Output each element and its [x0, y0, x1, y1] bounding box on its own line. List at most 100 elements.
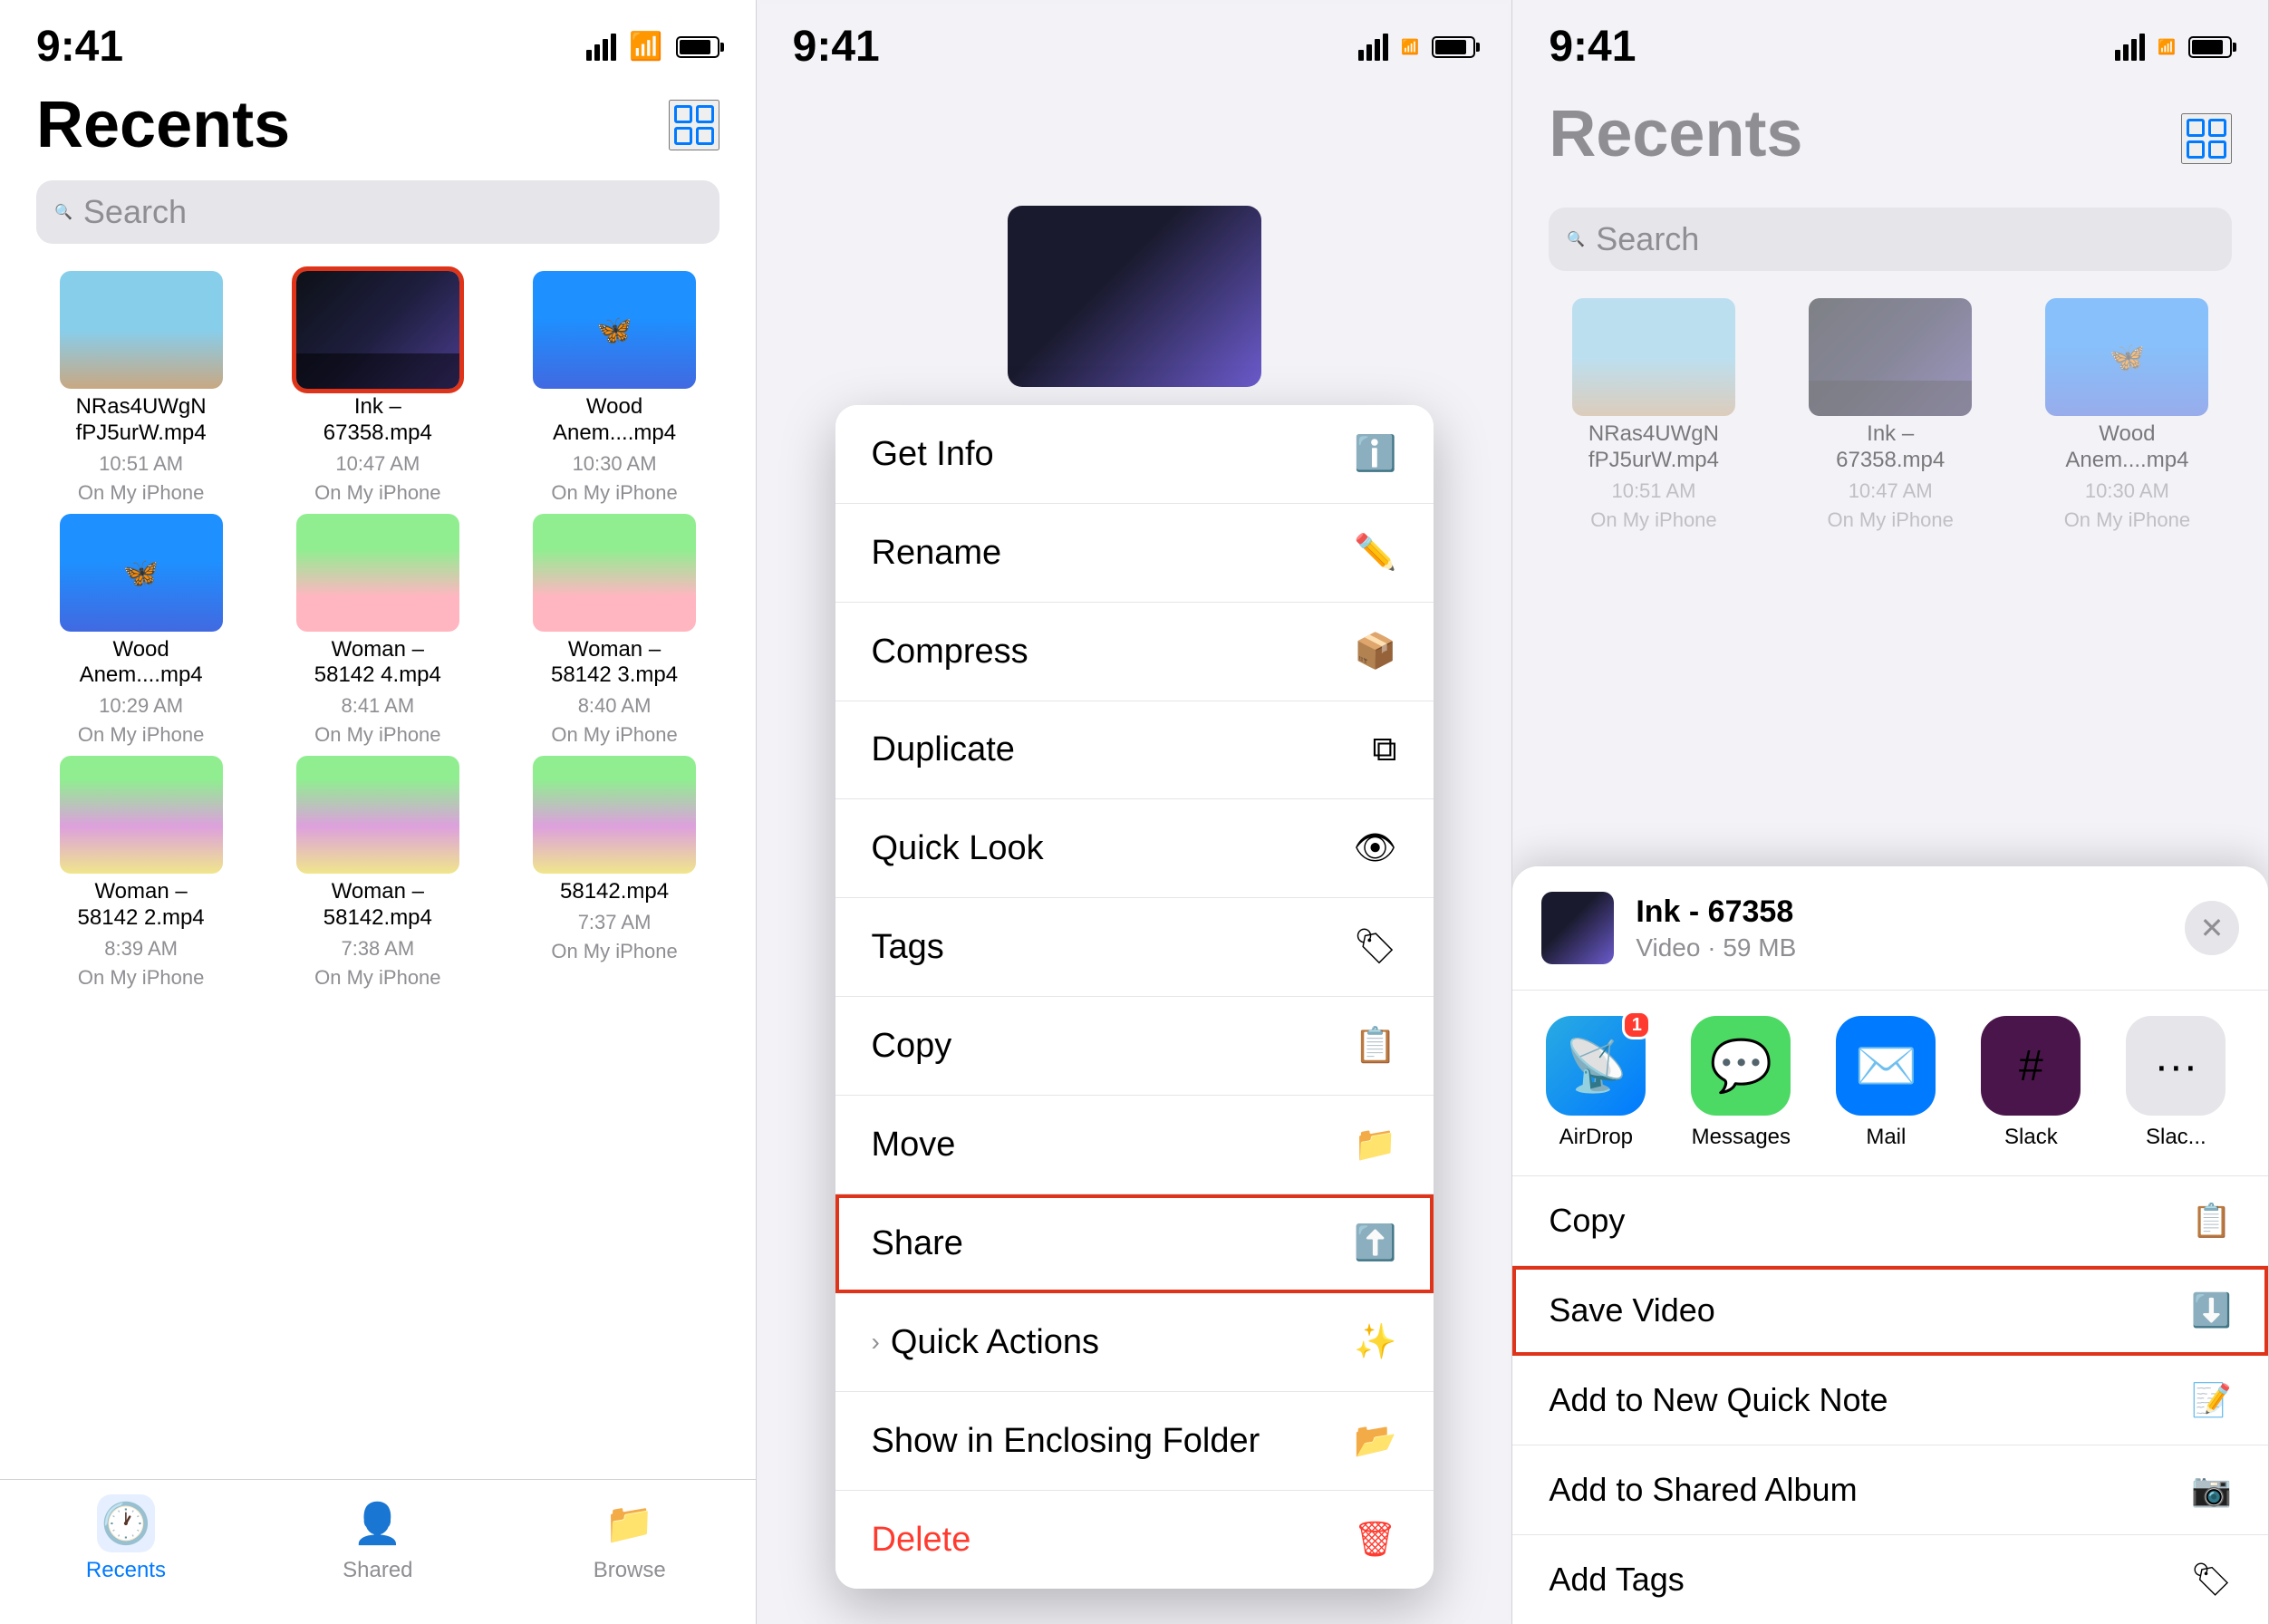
panel3-file-item-2: 🦋 WoodAnem....mp4 10:30 AM On My iPhone [2013, 298, 2241, 532]
share-action-shared-album-label: Add to Shared Album [1549, 1471, 1857, 1509]
panel3-file-thumb-1 [1809, 298, 1972, 416]
tab-browse-label: Browse [594, 1558, 666, 1583]
share-app-airdrop[interactable]: 📡 1 AirDrop [1541, 1016, 1650, 1150]
share-sheet: Ink - 67358 Video · 59 MB ✕ 📡 1 AirDrop … [1512, 866, 2268, 1624]
share-action-copy-label: Copy [1549, 1202, 1625, 1240]
file-location-3: On My iPhone [78, 723, 204, 747]
file-thumb-0 [60, 271, 223, 389]
recents-icon: 🕐 [101, 1500, 151, 1547]
file-location-8: On My iPhone [551, 940, 677, 963]
airdrop-label: AirDrop [1559, 1125, 1633, 1150]
file-item-5[interactable]: Woman –58142 3.mp4 8:40 AM On My iPhone [500, 514, 728, 748]
file-location-2: On My iPhone [551, 481, 677, 505]
file-item-8[interactable]: 58142.mp4 7:37 AM On My iPhone [500, 756, 728, 990]
panel3-file-location-0: On My iPhone [1590, 508, 1716, 532]
share-action-save-video-label: Save Video [1549, 1291, 1714, 1329]
share-app-messages[interactable]: 💬 Messages [1686, 1016, 1795, 1150]
menu-label-delete: Delete [872, 1521, 971, 1560]
grid-icon-3 [2187, 119, 2226, 159]
tab-browse[interactable]: 📁 Browse [504, 1494, 756, 1583]
status-time-2: 9:41 [793, 22, 880, 72]
file-time-5: 8:40 AM [578, 694, 652, 718]
battery-icon-3 [2188, 36, 2232, 58]
panel3-file-name-2: WoodAnem....mp4 [2065, 421, 2188, 474]
share-action-save-video[interactable]: Save Video ⬇️ [1512, 1266, 2268, 1356]
status-icons-2: 📶 [1358, 34, 1475, 61]
menu-item-move[interactable]: Move 📁 [835, 1096, 1434, 1194]
search-bar-1[interactable]: 🔍 Search [36, 180, 719, 244]
file-item-1[interactable]: Ink –67358.mp4 10:47 AM On My iPhone [264, 271, 491, 505]
grid-icon-1 [674, 105, 714, 145]
menu-item-quick-look[interactable]: Quick Look 👁 [835, 799, 1434, 898]
file-time-1: 10:47 AM [335, 452, 420, 476]
menu-label-duplicate: Duplicate [872, 730, 1015, 769]
menu-item-delete[interactable]: Delete 🗑 [835, 1491, 1434, 1589]
file-item-0[interactable]: NRas4UWgNfPJ5urW.mp4 10:51 AM On My iPho… [27, 271, 255, 505]
share-sheet-close-button[interactable]: ✕ [2185, 901, 2239, 955]
share-action-quick-note[interactable]: Add to New Quick Note 📝 [1512, 1356, 2268, 1445]
grid-view-button-1[interactable] [669, 100, 719, 150]
menu-item-copy[interactable]: Copy 📋 [835, 997, 1434, 1096]
file-item-2[interactable]: 🦋 WoodAnem....mp4 10:30 AM On My iPhone [500, 271, 728, 505]
airdrop-badge: 1 [1622, 1010, 1651, 1039]
file-time-4: 8:41 AM [341, 694, 414, 718]
signal-icon-3 [2115, 34, 2145, 61]
menu-label-rename: Rename [872, 534, 1002, 573]
panel3-file-item-1: Ink –67358.mp4 10:47 AM On My iPhone [1777, 298, 2004, 532]
tab-bar-1: 🕐 Recents 👤 Shared 📁 Browse [0, 1479, 756, 1624]
file-name-8: 58142.mp4 [560, 879, 669, 905]
tab-shared[interactable]: 👤 Shared [252, 1494, 504, 1583]
search-placeholder-3: Search [1596, 220, 1699, 258]
menu-item-share[interactable]: Share ⬆️ [835, 1194, 1434, 1293]
share-action-quick-note-label: Add to New Quick Note [1549, 1381, 1888, 1419]
menu-item-compress[interactable]: Compress 📦 [835, 603, 1434, 701]
status-bar-2: 9:41 📶 [757, 0, 1512, 79]
quick-actions-row: › Quick Actions [872, 1323, 1100, 1362]
panel3-file-time-1: 10:47 AM [1849, 479, 1933, 503]
file-thumb-3: 🦋 [60, 514, 223, 632]
file-name-3: WoodAnem....mp4 [80, 637, 203, 690]
file-item-6[interactable]: Woman –58142 2.mp4 8:39 AM On My iPhone [27, 756, 255, 990]
file-name-5: Woman –58142 3.mp4 [551, 637, 678, 690]
panel3-file-location-1: On My iPhone [1827, 508, 1953, 532]
menu-item-tags[interactable]: Tags 🏷 [835, 898, 1434, 997]
shared-icon: 👤 [352, 1500, 402, 1547]
tags-action-icon: 🏷 [2190, 1561, 2232, 1599]
file-item-3[interactable]: 🦋 WoodAnem....mp4 10:29 AM On My iPhone [27, 514, 255, 748]
menu-item-quick-actions[interactable]: › Quick Actions ✨ [835, 1293, 1434, 1392]
file-thumb-1 [296, 271, 459, 389]
share-app-mail[interactable]: ✉️ Mail [1831, 1016, 1940, 1150]
save-video-action-icon: ⬇️ [2191, 1291, 2232, 1329]
share-action-list: Copy 📋 Save Video ⬇️ Add to New Quick No… [1512, 1176, 2268, 1624]
shared-album-action-icon: 📷 [2191, 1471, 2232, 1509]
share-app-slack[interactable]: # Slack [1976, 1016, 2085, 1150]
menu-icon-delete: 🗑 [1353, 1520, 1396, 1560]
file-name-7: Woman –58142.mp4 [323, 879, 432, 932]
share-action-shared-album[interactable]: Add to Shared Album 📷 [1512, 1445, 2268, 1535]
signal-icon-1 [586, 34, 616, 61]
menu-item-rename[interactable]: Rename ✏️ [835, 504, 1434, 603]
grid-view-button-3[interactable] [2181, 113, 2232, 164]
file-item-7[interactable]: Woman –58142.mp4 7:38 AM On My iPhone [264, 756, 491, 990]
file-location-7: On My iPhone [314, 966, 440, 990]
menu-icon-move: 📁 [1354, 1125, 1396, 1165]
file-time-2: 10:30 AM [573, 452, 657, 476]
search-bar-3[interactable]: 🔍 Search [1549, 208, 2232, 271]
menu-item-show-enclosing[interactable]: Show in Enclosing Folder 📂 [835, 1392, 1434, 1491]
tab-recents-label: Recents [86, 1558, 166, 1583]
tab-recents[interactable]: 🕐 Recents [0, 1494, 252, 1583]
panel3-file-item-0: NRas4UWgNfPJ5urW.mp4 10:51 AM On My iPho… [1540, 298, 1767, 532]
status-bar-1: 9:41 📶 [0, 0, 756, 79]
search-placeholder-1: Search [83, 193, 187, 231]
file-item-4[interactable]: Woman –58142 4.mp4 8:41 AM On My iPhone [264, 514, 491, 748]
share-app-more[interactable]: ··· Slac... [2121, 1016, 2230, 1150]
menu-label-share: Share [872, 1224, 963, 1263]
panel3-file-time-0: 10:51 AM [1611, 479, 1695, 503]
menu-item-duplicate[interactable]: Duplicate ⧉ [835, 701, 1434, 799]
share-action-copy[interactable]: Copy 📋 [1512, 1176, 2268, 1266]
menu-item-get-info[interactable]: Get Info ℹ️ [835, 405, 1434, 504]
file-thumb-7 [296, 756, 459, 874]
share-action-tags[interactable]: Add Tags 🏷 [1512, 1535, 2268, 1624]
file-name-0: NRas4UWgNfPJ5urW.mp4 [76, 394, 207, 447]
panel3-file-time-2: 10:30 AM [2085, 479, 2169, 503]
